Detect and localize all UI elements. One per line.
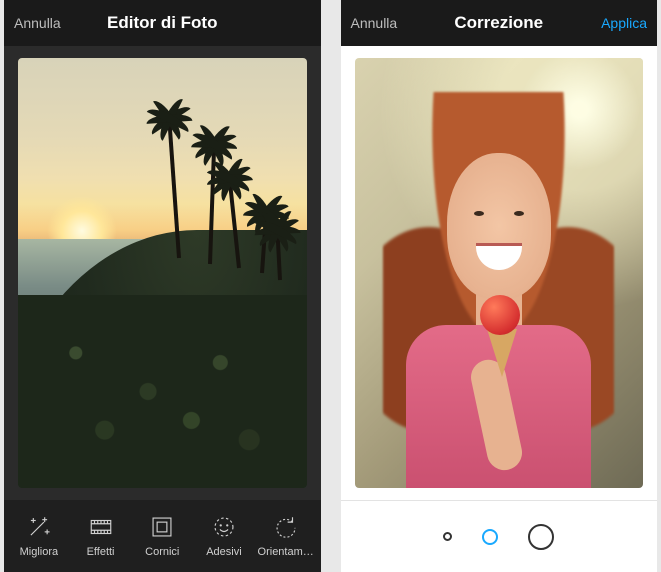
cancel-button[interactable]: Annulla [351,15,421,31]
tool-label: Orientam… [258,546,314,558]
cancel-button[interactable]: Annulla [14,15,84,31]
sticker-icon [211,514,237,540]
magic-wand-icon [26,514,52,540]
tool-label: Cornici [145,546,179,558]
brush-size-large[interactable] [528,524,554,550]
tool-enhance[interactable]: Migliora [8,514,70,558]
photo-canvas[interactable] [4,46,321,500]
tool-label: Adesivi [206,546,241,558]
brush-size-medium[interactable] [482,529,498,545]
photo-beach [18,58,307,488]
tool-toolbar: Migliora Effetti Cornici [4,500,321,572]
photo-canvas[interactable] [341,46,658,500]
tool-effects[interactable]: Effetti [70,514,132,558]
brush-size-small[interactable] [443,532,452,541]
correction-screen: Annulla Correzione Applica [341,0,658,572]
filmstrip-icon [88,514,114,540]
tool-stickers[interactable]: Adesivi [193,514,255,558]
tool-label: Effetti [87,546,115,558]
apply-button[interactable]: Applica [577,15,647,31]
header: Annulla Correzione Applica [341,0,658,46]
page-title: Correzione [421,13,578,33]
tool-label: Migliora [20,546,59,558]
page-title: Editor di Foto [84,13,241,33]
tool-frames[interactable]: Cornici [131,514,193,558]
frame-icon [149,514,175,540]
tool-orientation[interactable]: Orientam… [255,514,317,558]
editor-screen: Annulla Editor di Foto Migli [4,0,321,572]
header: Annulla Editor di Foto [4,0,321,46]
rotate-icon [273,514,299,540]
brush-size-toolbar [341,500,658,572]
photo-portrait [355,58,644,488]
